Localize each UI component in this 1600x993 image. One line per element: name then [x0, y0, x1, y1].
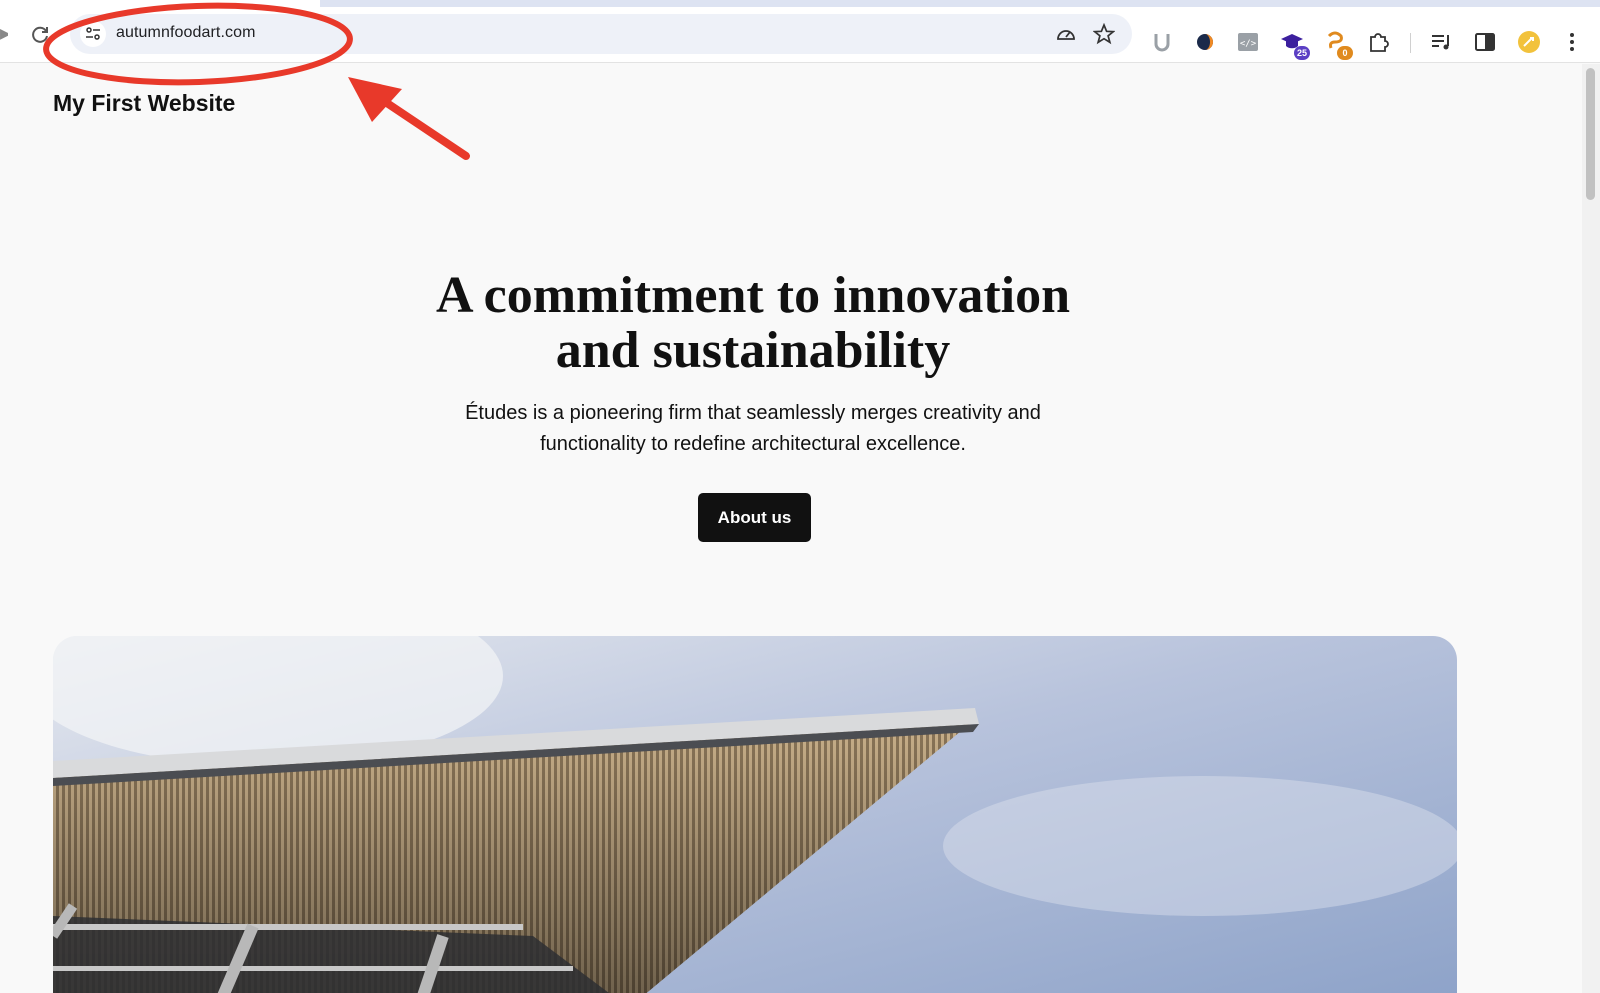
dark-reader-icon[interactable]: [1193, 30, 1217, 54]
hero-description-line: Études is a pioneering firm that seamles…: [465, 402, 1041, 424]
u-extension-icon[interactable]: [1150, 30, 1174, 54]
site-title[interactable]: My First Website: [53, 90, 235, 117]
svg-text:</>: </>: [1240, 39, 1257, 49]
active-tab-edge[interactable]: [0, 0, 320, 7]
side-panel-icon[interactable]: [1473, 30, 1497, 54]
url-text[interactable]: autumnfoodart.com: [116, 24, 256, 42]
browser-toolbar: ▶ autumnfoodart.com </> 25 0: [0, 7, 1600, 63]
hero-heading-line: A commitment to innovation: [435, 267, 1071, 324]
building-photo: [53, 636, 1457, 993]
puzzle-piece-icon[interactable]: [1366, 30, 1390, 54]
crab-extension-icon[interactable]: 0: [1323, 30, 1353, 60]
profile-avatar-icon[interactable]: [1517, 30, 1541, 54]
hero-description: Études is a pioneering firm that seamles…: [403, 398, 1103, 460]
extension-badge: 0: [1337, 46, 1353, 60]
tab-strip: [0, 0, 1600, 7]
toolbar-separator: [1410, 33, 1411, 53]
site-settings-icon[interactable]: [80, 21, 106, 47]
about-us-button[interactable]: About us: [698, 493, 811, 542]
performance-gauge-icon[interactable]: [1055, 23, 1077, 45]
code-viewer-icon[interactable]: </>: [1236, 30, 1260, 54]
hero-heading-line: and sustainability: [555, 322, 951, 379]
scrollbar-thumb[interactable]: [1586, 68, 1595, 200]
address-bar[interactable]: autumnfoodart.com: [70, 14, 1132, 54]
web-page: My First Website A commitment to innovat…: [0, 64, 1582, 993]
forward-icon[interactable]: ▶: [0, 25, 8, 45]
page-scrollbar[interactable]: [1582, 64, 1600, 993]
hero-description-line: functionality to redefine architectural …: [540, 433, 966, 455]
bookmark-star-icon[interactable]: [1092, 22, 1116, 45]
media-queue-icon[interactable]: [1429, 30, 1453, 54]
reload-icon[interactable]: [28, 23, 52, 47]
graduation-cap-icon[interactable]: 25: [1280, 30, 1310, 60]
more-menu-icon[interactable]: [1560, 30, 1584, 54]
hero-heading: A commitment to innovation and sustainab…: [353, 268, 1153, 378]
extension-badge: 25: [1294, 46, 1310, 60]
